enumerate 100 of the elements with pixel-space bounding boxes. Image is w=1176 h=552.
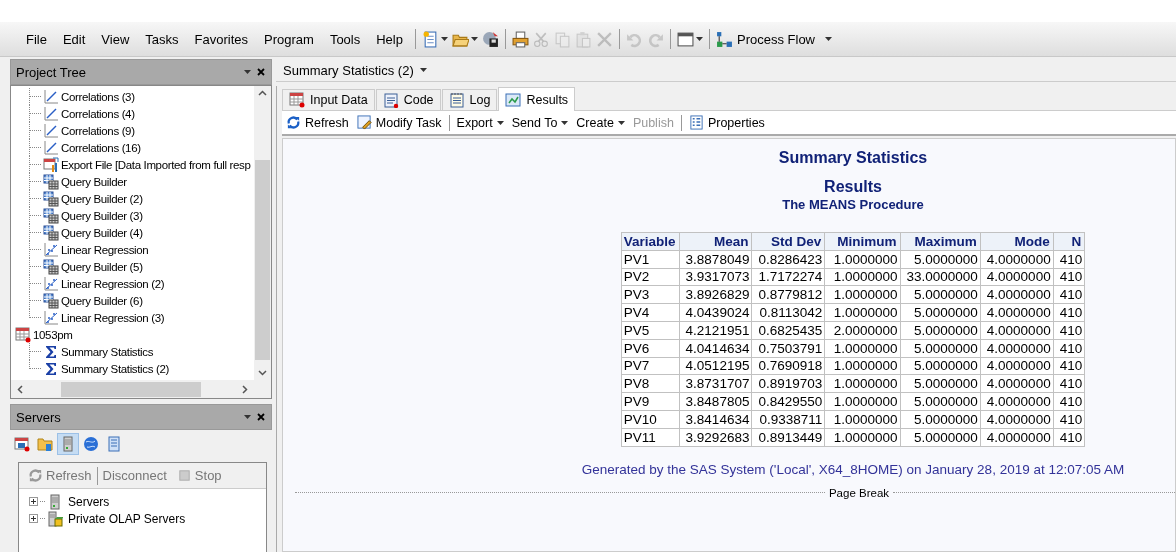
- table-cell: 1.7172274: [751, 268, 825, 286]
- tree-item[interactable]: Query Builder (2): [59, 192, 145, 205]
- tree-item[interactable]: Private OLAP Servers: [65, 511, 186, 526]
- tree-item[interactable]: Summary Statistics: [59, 345, 156, 358]
- footnote: Generated by the SAS System ('Local', X64_8HOME) on January 28, 2019 at 12:07:05 AM: [581, 461, 1125, 477]
- table-cell: 0.8429550: [751, 392, 825, 411]
- delete-icon: [596, 30, 613, 48]
- toolbar-button[interactable]: Refresh: [282, 115, 353, 130]
- tree-item[interactable]: Query Builder: [59, 175, 129, 188]
- tree-item[interactable]: Correlations (9): [59, 124, 137, 137]
- table-cell: 5.0000000: [900, 339, 981, 358]
- tree-item[interactable]: 1053pm: [31, 328, 75, 341]
- menu-item[interactable]: Tasks: [137, 31, 187, 47]
- panel-tool-button[interactable]: [81, 434, 101, 454]
- toolbar-button[interactable]: [480, 29, 501, 49]
- tree-item[interactable]: Correlations (16): [59, 141, 143, 154]
- procedure-title: The MEANS Procedure: [782, 197, 924, 212]
- document-title[interactable]: Summary Statistics (2): [283, 62, 414, 78]
- menu-item[interactable]: Program: [256, 31, 322, 47]
- tab[interactable]: Input Data: [282, 89, 375, 110]
- table-cell: 0.8913449: [751, 428, 825, 447]
- panel-tool-button[interactable]: [12, 434, 32, 454]
- table-cell: 1.0000000: [824, 285, 900, 304]
- panel-title: Servers: [16, 409, 62, 425]
- line-chart-icon: [43, 88, 59, 105]
- toolbar-button[interactable]: Modify Task: [352, 115, 446, 130]
- menu-item[interactable]: Tools: [321, 31, 369, 47]
- table-cell: 0.8113042: [751, 303, 825, 322]
- table-cell: 3.9292683: [679, 428, 752, 447]
- caret-icon: [244, 70, 251, 74]
- table-cell: 4.0000000: [980, 357, 1054, 375]
- table-cell: 410: [1053, 250, 1085, 269]
- tree-item[interactable]: Query Builder (6): [59, 294, 145, 307]
- globe-icon: [83, 436, 99, 452]
- horizontal-scrollbar[interactable]: [11, 380, 254, 398]
- tab[interactable]: Code: [375, 89, 441, 110]
- server-icon: [60, 436, 76, 452]
- scroll-left-icon[interactable]: [17, 384, 23, 394]
- table-cell: 5.0000000: [900, 357, 981, 375]
- tree-item[interactable]: Export File [Data Imported from full resp: [59, 158, 253, 171]
- toolbar-button[interactable]: Send To: [507, 115, 573, 130]
- refresh-icon: [286, 115, 301, 130]
- tree-item[interactable]: Linear Regression: [59, 243, 151, 256]
- output-title: Summary Statistics: [778, 148, 928, 168]
- close-icon[interactable]: [257, 68, 265, 76]
- table-cell: PV5: [621, 321, 680, 340]
- table-cell: 3.8731707: [679, 374, 752, 393]
- table-cell: PV2: [621, 268, 680, 286]
- toolbar-button[interactable]: Create: [572, 115, 629, 130]
- table-cell: 5.0000000: [900, 410, 981, 429]
- tab[interactable]: Results: [498, 87, 576, 111]
- table-cell: 410: [1053, 410, 1085, 429]
- scroll-up-icon[interactable]: [258, 90, 267, 96]
- table-grid-icon: [43, 190, 59, 207]
- table-cell: 1.0000000: [824, 339, 900, 358]
- table-cell: 1.0000000: [824, 392, 900, 411]
- expand-icon[interactable]: [29, 497, 38, 506]
- toolbar-button[interactable]: Properties: [684, 115, 769, 130]
- toolbar-button[interactable]: Export: [452, 115, 508, 130]
- tree-item[interactable]: Query Builder (5): [59, 260, 145, 273]
- menu-item[interactable]: Favorites: [186, 31, 256, 47]
- table-cell: 0.8779812: [751, 285, 825, 304]
- scatter-plot-icon: [43, 241, 59, 258]
- stop-icon: [176, 468, 192, 483]
- scroll-right-icon[interactable]: [242, 384, 248, 394]
- column-header: Minimum: [824, 232, 900, 251]
- tree-item[interactable]: Servers: [65, 494, 110, 509]
- tab[interactable]: Log: [441, 89, 498, 110]
- tree-item[interactable]: Correlations (4): [59, 107, 137, 120]
- tree-item[interactable]: Query Builder (3): [59, 209, 145, 222]
- tree-item[interactable]: Linear Regression (3): [59, 311, 167, 324]
- close-icon[interactable]: [257, 413, 265, 421]
- menu-item[interactable]: Help: [368, 31, 411, 47]
- table-cell: PV3: [621, 285, 680, 304]
- save-icon: [482, 30, 499, 48]
- tree-item[interactable]: Linear Regression (2): [59, 277, 167, 290]
- tree-item[interactable]: Query Builder (4): [59, 226, 145, 239]
- document-list-icon: [106, 436, 122, 452]
- menu-item[interactable]: View: [93, 31, 138, 47]
- expand-icon[interactable]: [29, 514, 38, 523]
- table-cell: PV1: [621, 250, 680, 269]
- menu-item[interactable]: File: [18, 31, 55, 47]
- scroll-down-icon[interactable]: [258, 370, 267, 376]
- table-cell: 3.8926829: [679, 285, 752, 304]
- data-table-icon: [15, 326, 31, 343]
- database-folder-icon: [37, 436, 53, 452]
- printer-icon: [512, 30, 529, 48]
- table-cell: PV11: [621, 428, 680, 447]
- tree-item[interactable]: Summary Statistics (2): [59, 362, 171, 375]
- table-grid-icon: [43, 207, 59, 224]
- tree-item[interactable]: Correlations (3): [59, 90, 137, 103]
- caret-icon: [244, 415, 251, 419]
- vertical-scrollbar[interactable]: [254, 86, 271, 380]
- paste-icon: [575, 30, 592, 48]
- menu-item[interactable]: Edit: [54, 31, 94, 47]
- toolbar-button[interactable]: [675, 29, 705, 49]
- page-break-label: Page Break: [828, 486, 890, 499]
- table-cell: 1.0000000: [824, 374, 900, 393]
- panel-title: Project Tree: [16, 64, 88, 80]
- toolbar-button[interactable]: Process Flow: [714, 29, 834, 49]
